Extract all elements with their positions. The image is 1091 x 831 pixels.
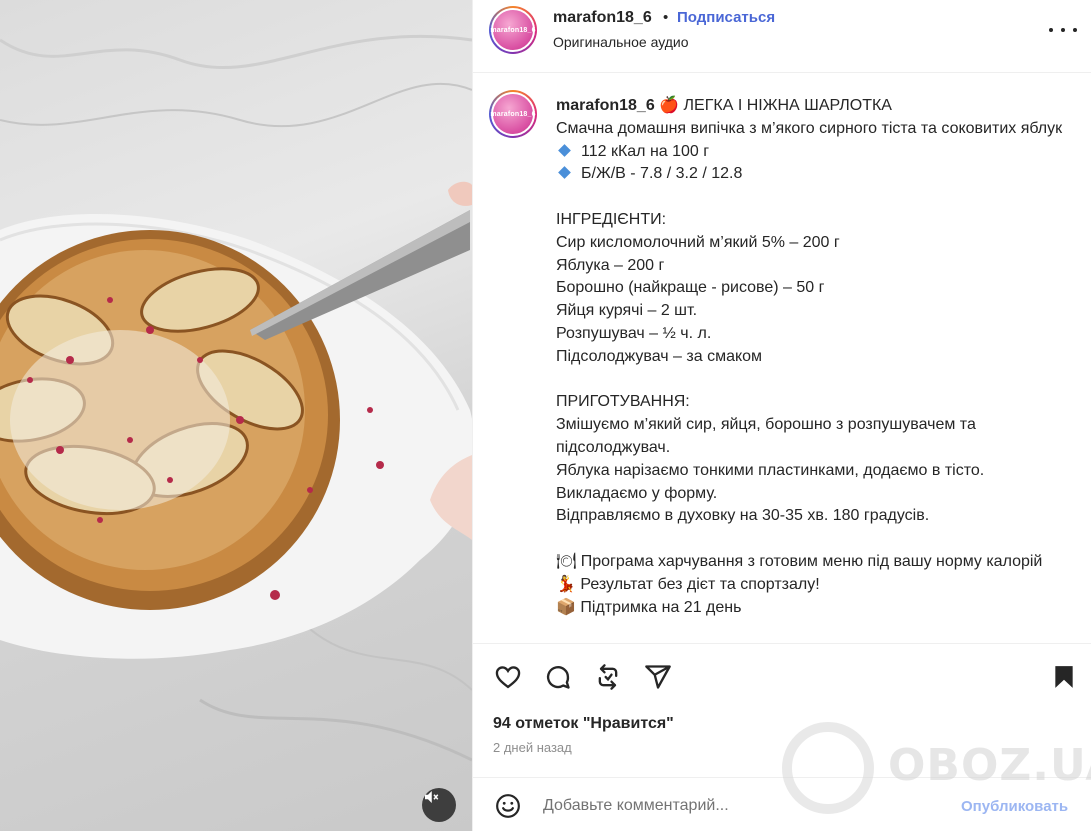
save-button[interactable] bbox=[1049, 662, 1079, 692]
pie-video-frame bbox=[0, 34, 472, 762]
avatar-logo-text: marafon18_6 bbox=[490, 26, 536, 34]
post-side-panel: marafon18_6 marafon18_6 • Подписаться Ор… bbox=[472, 0, 1091, 831]
watermark-logo: OBOZ.UA bbox=[770, 718, 1091, 818]
ingredient-item: Яблука – 200 г bbox=[556, 256, 665, 274]
caption-bullet: Б/Ж/В - 7.8 / 3.2 / 12.8 bbox=[556, 163, 1076, 186]
caption-username[interactable]: marafon18_6 bbox=[556, 97, 655, 114]
repost-icon bbox=[598, 664, 618, 690]
repost-button[interactable] bbox=[593, 662, 623, 692]
emoji-icon bbox=[496, 794, 520, 818]
steps-heading: ПРИГОТУВАННЯ: bbox=[556, 393, 690, 411]
share-button[interactable] bbox=[643, 662, 673, 692]
bullet-text: 112 кКал на 100 г bbox=[581, 142, 710, 160]
post-timestamp[interactable]: 2 дней назад bbox=[493, 740, 572, 755]
caption-title: 🍎 ЛЕГКА І НІЖНА ШАРЛОТКА bbox=[659, 97, 892, 114]
emoji-button[interactable] bbox=[493, 791, 523, 821]
post-header: marafon18_6 marafon18_6 • Подписаться Ор… bbox=[473, 0, 1091, 73]
share-icon bbox=[645, 665, 671, 689]
step-item: Відправляємо в духовку на 30-35 хв. 180 … bbox=[556, 507, 930, 525]
step-item: Викладаємо у форму. bbox=[556, 484, 718, 502]
heart-icon bbox=[495, 666, 521, 689]
more-dot-icon bbox=[1061, 28, 1065, 32]
avatar-image: marafon18_6 bbox=[490, 92, 536, 136]
ingredient-item: Сир кисломолочний м’який 5% – 200 г bbox=[556, 233, 840, 251]
caption-bullet: 112 кКал на 100 г bbox=[556, 141, 1076, 164]
more-dot-icon bbox=[1073, 28, 1077, 32]
comment-icon bbox=[546, 666, 570, 689]
post-caption: marafon18_6 🍎 ЛЕГКА І НІЖНА ШАРЛОТКА Сма… bbox=[556, 95, 1076, 619]
step-item: Яблука нарізаємо тонкими пластинками, до… bbox=[556, 461, 985, 479]
caption-intro: Смачна домашня випічка з м’якого сирного… bbox=[556, 119, 1063, 137]
more-options-button[interactable] bbox=[1049, 20, 1077, 40]
promo-line: 📦 Підтримка на 21 день bbox=[556, 598, 742, 616]
caption-avatar[interactable]: marafon18_6 bbox=[489, 90, 537, 138]
mute-button[interactable] bbox=[422, 788, 456, 822]
ingredient-item: Яйця курячі – 2 шт. bbox=[556, 302, 698, 320]
step-item: Змішуємо м’який сир, яйця, борошно з роз… bbox=[556, 416, 976, 456]
diamond-bullet-icon bbox=[558, 143, 571, 157]
audio-link[interactable]: Оригинальное аудио bbox=[553, 34, 689, 50]
avatar-image: marafon18_6 bbox=[490, 8, 536, 52]
post-media[interactable] bbox=[0, 0, 472, 831]
username-link[interactable]: marafon18_6 bbox=[553, 9, 652, 27]
separator-dot: • bbox=[663, 9, 669, 26]
promo-line: 💃 Результат без дієт та спортзалу! bbox=[556, 575, 820, 593]
ingredients-heading: ІНГРЕДІЄНТИ: bbox=[556, 210, 667, 228]
ingredient-item: Борошно (найкраще - рисове) – 50 г bbox=[556, 279, 825, 297]
watermark-text: OBOZ.UA bbox=[888, 740, 1091, 791]
bullet-text: Б/Ж/В - 7.8 / 3.2 / 12.8 bbox=[581, 165, 743, 183]
follow-button[interactable]: Подписаться bbox=[677, 9, 775, 26]
promo-line: 🍽 Програма харчування з готовим меню під… bbox=[556, 552, 1043, 570]
avatar-logo-text: marafon18_6 bbox=[490, 110, 536, 118]
ingredient-item: Підсолоджувач – за смаком bbox=[556, 347, 763, 365]
likes-count[interactable]: 94 отметок "Нравится" bbox=[493, 715, 674, 733]
comment-input[interactable]: Добавьте комментарий... bbox=[543, 797, 729, 815]
like-button[interactable] bbox=[493, 662, 523, 692]
more-dot-icon bbox=[1049, 28, 1053, 32]
ingredient-item: Розпушувач – ½ ч. л. bbox=[556, 324, 712, 342]
muted-speaker-icon bbox=[425, 791, 439, 803]
comment-button[interactable] bbox=[543, 662, 573, 692]
avatar[interactable]: marafon18_6 bbox=[489, 6, 537, 54]
globe-icon bbox=[782, 722, 874, 814]
bookmark-icon bbox=[1055, 666, 1073, 688]
diamond-bullet-icon bbox=[558, 166, 571, 180]
caption-scroll-area[interactable]: marafon18_6 marafon18_6 🍎 ЛЕГКА І НІЖНА … bbox=[473, 74, 1091, 642]
